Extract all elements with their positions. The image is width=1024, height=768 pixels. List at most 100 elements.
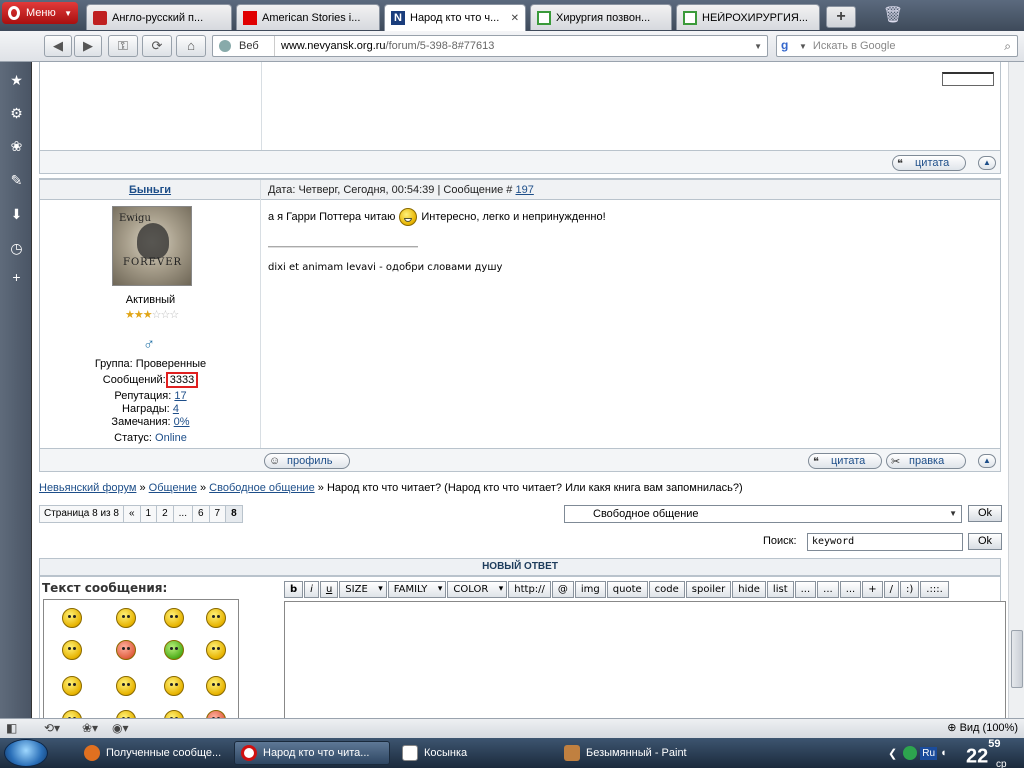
clock[interactable]: 2259 ср <box>966 738 1007 768</box>
quote-button[interactable]: ❝ цитата <box>892 155 966 171</box>
forum-jump-ok-button[interactable]: Ok <box>968 505 1002 522</box>
forum-jump-select[interactable]: Свободное общение ▼ <box>564 505 962 523</box>
align-right-button[interactable]: ... <box>839 581 862 598</box>
volume-icon[interactable]: ◖ <box>940 747 947 759</box>
quote-tag-button[interactable]: quote <box>606 581 648 598</box>
forward-button[interactable]: ▶ <box>74 35 102 57</box>
unite-icon[interactable]: ❀▾ <box>82 721 98 737</box>
smiley-icon[interactable] <box>164 640 184 660</box>
add-button[interactable]: + <box>862 581 883 598</box>
chevron-down-icon[interactable]: ▼ <box>799 42 807 51</box>
back-button[interactable]: ◀ <box>44 35 72 57</box>
bookmarks-icon[interactable]: ★ <box>8 72 25 89</box>
opera-menu-button[interactable]: Меню ▼ <box>2 2 78 24</box>
warnings-link[interactable]: 0% <box>174 416 190 428</box>
profile-button[interactable]: ☺ профиль <box>264 453 350 469</box>
smiley-icon[interactable] <box>62 608 82 628</box>
bold-button[interactable]: b <box>284 581 304 598</box>
unite-icon[interactable]: ❀ <box>8 138 25 155</box>
smiley-icon[interactable] <box>164 710 184 718</box>
smiley-icon[interactable] <box>164 608 184 628</box>
hide-button[interactable]: hide <box>732 581 766 598</box>
post-number-link[interactable]: 197 <box>515 184 533 196</box>
smiley-icon[interactable] <box>116 676 136 696</box>
new-tab-button[interactable]: + <box>826 6 856 28</box>
chevron-down-icon[interactable]: ▼ <box>754 42 762 51</box>
scroll-up-button[interactable]: ▲ <box>978 156 996 170</box>
page-link[interactable]: 1 <box>141 506 158 522</box>
taskbar-item-mail[interactable]: Полученные сообще... <box>78 741 226 765</box>
smiley-button[interactable]: :) <box>900 581 920 598</box>
widgets-icon[interactable]: ⚙ <box>8 105 25 122</box>
url-button[interactable]: http:// <box>508 581 551 598</box>
align-left-button[interactable]: ... <box>794 581 817 598</box>
forum-search-ok-button[interactable]: Ok <box>968 533 1002 550</box>
breadcrumb-forum[interactable]: Невьянский форум <box>39 482 136 494</box>
page-scrollbar[interactable] <box>1008 62 1024 718</box>
close-tags-button[interactable]: / <box>883 581 900 598</box>
breadcrumb-section[interactable]: Свободное общение <box>209 482 315 494</box>
smiley-icon[interactable] <box>116 710 136 718</box>
post-author-link[interactable]: Быньги <box>40 180 261 200</box>
page-prev[interactable]: « <box>124 506 141 522</box>
search-icon[interactable]: ⌕ <box>1004 39 1011 54</box>
web-mode[interactable]: Веб <box>213 36 275 56</box>
turbo-icon[interactable]: ◉▾ <box>112 721 129 737</box>
reputation-link[interactable]: 17 <box>174 390 186 402</box>
more-button[interactable]: .:::. <box>920 581 949 598</box>
taskbar-item-opera[interactable]: Народ кто что чита... <box>234 741 390 765</box>
forum-search-input[interactable]: keyword <box>807 533 963 551</box>
smiley-icon[interactable] <box>116 608 136 628</box>
trash-icon[interactable]: 🗑 <box>882 5 904 27</box>
panel-toggle-icon[interactable]: ◧ <box>6 721 17 737</box>
chevron-left-icon[interactable]: ❮ <box>888 747 897 760</box>
close-icon[interactable]: ✕ <box>511 13 519 24</box>
page-link[interactable]: 6 <box>193 506 210 522</box>
sync-icon[interactable]: ⟲▾ <box>44 721 60 737</box>
edit-button[interactable]: ✂ правка <box>886 453 966 469</box>
awards-link[interactable]: 4 <box>173 403 179 415</box>
breadcrumb-category[interactable]: Общение <box>149 482 197 494</box>
tab-4[interactable]: Хирургия позвон... <box>530 4 672 30</box>
language-indicator[interactable]: Ru <box>920 746 938 760</box>
page-link[interactable]: 2 <box>157 506 174 522</box>
search-engine-field[interactable]: g ▼ Искать в Google ⌕ <box>776 35 1018 57</box>
smiley-icon[interactable] <box>164 676 184 696</box>
align-center-button[interactable]: ... <box>817 581 839 598</box>
smiley-icon[interactable] <box>206 608 226 628</box>
home-button[interactable]: ⌂ <box>176 35 206 57</box>
start-button[interactable] <box>4 739 48 767</box>
smiley-icon[interactable] <box>206 676 226 696</box>
scrollbar-thumb[interactable] <box>1011 630 1023 688</box>
network-icon[interactable] <box>903 746 918 760</box>
quote-button[interactable]: ❝ цитата <box>808 453 882 469</box>
zoom-level[interactable]: ⊕ Вид (100%) <box>947 721 1018 734</box>
history-icon[interactable]: ◷ <box>8 240 25 257</box>
smiley-icon[interactable] <box>206 640 226 660</box>
tab-1[interactable]: Англо-русский п... <box>86 4 232 30</box>
message-textarea[interactable] <box>284 601 1006 718</box>
tab-2[interactable]: American Stories i... <box>236 4 380 30</box>
reload-button[interactable]: ⟳ <box>142 35 172 57</box>
notes-icon[interactable]: ✎ <box>8 172 25 189</box>
url-field[interactable]: Веб www.nevyansk.org.ru/forum/5-398-8#77… <box>212 35 768 57</box>
font-family-select[interactable]: FAMILY <box>387 581 447 598</box>
underline-button[interactable]: u <box>319 581 339 598</box>
page-link[interactable]: 7 <box>210 506 227 522</box>
code-button[interactable]: code <box>648 581 685 598</box>
email-button[interactable]: @ <box>551 581 574 598</box>
taskbar-item-paint[interactable]: Безымянный - Paint <box>558 741 714 765</box>
key-button[interactable]: ⚿ <box>108 35 138 57</box>
google-icon[interactable]: g <box>781 38 797 54</box>
image-button[interactable]: img <box>574 581 606 598</box>
smiley-icon[interactable] <box>62 710 82 718</box>
smiley-icon[interactable] <box>62 640 82 660</box>
downloads-icon[interactable]: ⬇ <box>8 206 25 223</box>
spoiler-button[interactable]: spoiler <box>685 581 732 598</box>
add-panel-icon[interactable]: + <box>8 269 25 286</box>
color-select[interactable]: COLOR <box>447 581 508 598</box>
smiley-icon[interactable] <box>62 676 82 696</box>
smiley-icon[interactable] <box>206 710 226 718</box>
scroll-up-button[interactable]: ▲ <box>978 454 996 468</box>
tab-5[interactable]: НЕЙРОХИРУРГИЯ... <box>676 4 820 30</box>
